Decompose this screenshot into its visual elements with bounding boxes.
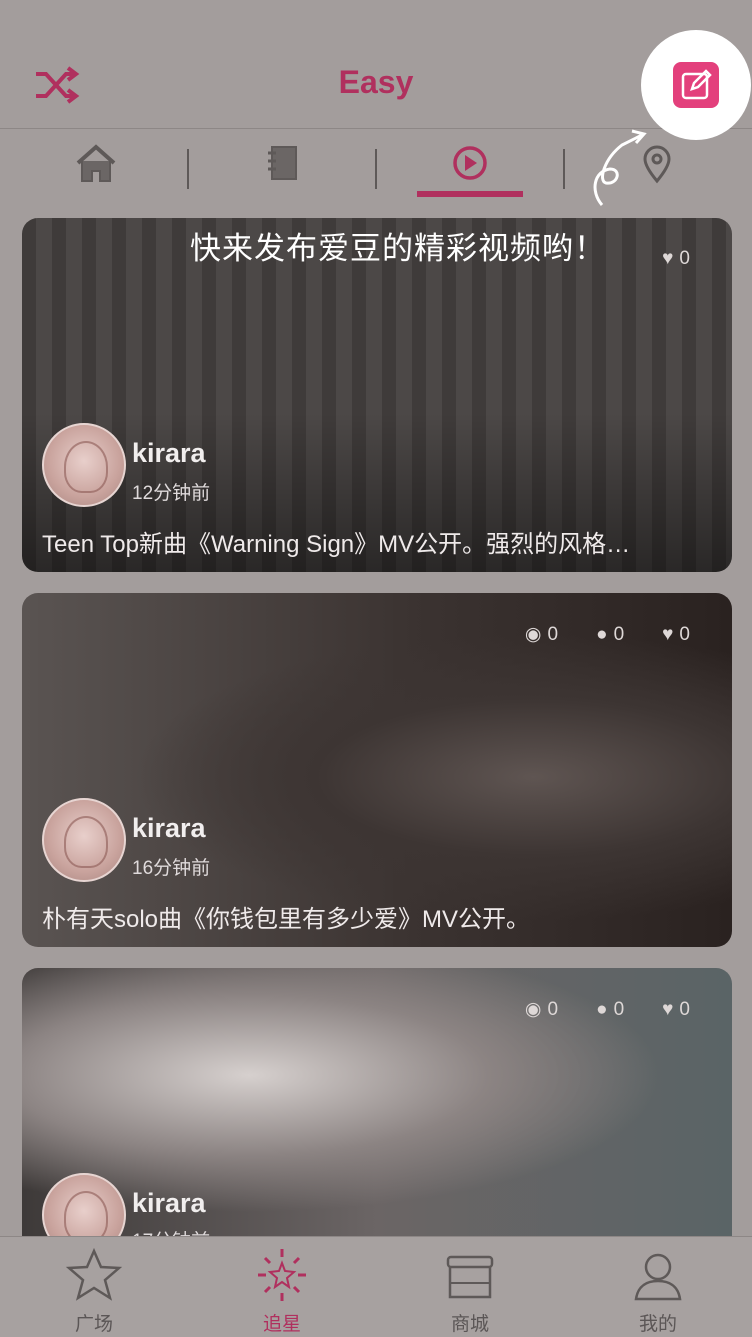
views-stat: ◉ 0 — [525, 623, 558, 646]
post-time: 12分钟前 — [132, 483, 211, 504]
tab-divider — [187, 149, 189, 189]
card-stats: ◉ 0 ● 0 ♥ 0 — [525, 623, 690, 646]
shop-icon — [446, 1255, 494, 1299]
notebook-icon — [268, 146, 297, 180]
active-tab-indicator — [417, 191, 523, 197]
eye-icon: ◉ — [524, 624, 542, 645]
heart-icon: ♥ — [662, 248, 674, 269]
likes-count: 0 — [679, 998, 690, 1020]
nav-follow-stars[interactable]: 追星 — [188, 1237, 376, 1337]
post-time: 17分钟前 — [132, 1226, 210, 1236]
nav-label: 我的 — [638, 1314, 677, 1335]
star-icon — [65, 1247, 123, 1301]
person-icon — [634, 1253, 682, 1301]
comment-icon: ● — [596, 623, 608, 645]
views-count: 0 — [547, 998, 559, 1020]
views-count: 0 — [547, 623, 559, 645]
video-card[interactable]: ◉ 0 ● 0 ♥ 0 kirara 17分钟前 — [22, 968, 732, 1236]
home-icon — [76, 144, 116, 182]
tab-divider — [563, 149, 565, 189]
views-stat: ◉ 0 — [525, 998, 558, 1021]
compose-button[interactable] — [673, 62, 719, 108]
tab-notebook[interactable] — [254, 139, 314, 189]
likes-stat: ♥ 0 — [662, 998, 690, 1021]
compose-icon — [681, 69, 712, 100]
username[interactable]: kirara — [132, 813, 206, 844]
avatar[interactable] — [42, 798, 126, 882]
likes-count: 0 — [679, 248, 690, 269]
comments-count: 0 — [613, 998, 625, 1020]
eye-icon: ◉ — [524, 999, 542, 1020]
nav-profile[interactable]: 我的 — [564, 1237, 752, 1337]
video-card[interactable]: ◉ 0 ● 0 ♥ 0 kirara 16分钟前 朴有天solo曲《你钱包里有多… — [22, 593, 732, 947]
likes-stat: ♥ 0 — [662, 623, 690, 646]
card-stats: ♥ 0 — [662, 248, 690, 270]
comments-stat: ● 0 — [596, 623, 624, 646]
play-icon — [453, 146, 487, 180]
tab-divider — [375, 149, 377, 189]
card-stats: ◉ 0 ● 0 ♥ 0 — [525, 998, 690, 1021]
comments-stat: ● 0 — [596, 998, 624, 1021]
header: Easy — [0, 0, 752, 129]
app-title: Easy — [338, 64, 414, 100]
heart-icon: ♥ — [662, 623, 674, 645]
nav-label: 广场 — [74, 1314, 113, 1335]
likes-stat: ♥ 0 — [662, 248, 690, 270]
hint-arrow-icon — [593, 129, 647, 206]
tab-home[interactable] — [66, 139, 126, 189]
avatar[interactable] — [42, 423, 126, 507]
username[interactable]: kirara — [132, 438, 206, 469]
heart-icon: ♥ — [662, 998, 674, 1020]
nav-label: 商城 — [450, 1314, 489, 1335]
compose-tip: 快来发布爱豆的精彩视频哟！ — [190, 231, 606, 267]
nav-plaza[interactable]: 广场 — [0, 1237, 188, 1337]
tab-video[interactable] — [440, 139, 500, 189]
comment-icon: ● — [596, 998, 608, 1020]
nav-label: 追星 — [262, 1314, 301, 1335]
avatar[interactable] — [42, 1173, 126, 1236]
username[interactable]: kirara — [132, 1188, 206, 1219]
likes-count: 0 — [679, 623, 690, 645]
video-description: Teen Top新曲《Warning Sign》MV公开。强烈的风格… — [42, 531, 631, 558]
video-description: 朴有天solo曲《你钱包里有多少爱》MV公开。 — [42, 906, 531, 933]
bottom-nav: 广场 追星 商城 我的 — [0, 1236, 752, 1337]
comments-count: 0 — [613, 623, 625, 645]
nav-shop[interactable]: 商城 — [376, 1237, 564, 1337]
post-time: 16分钟前 — [132, 858, 211, 879]
video-card[interactable]: ♥ 0 kirara 12分钟前 Teen Top新曲《Warning Sign… — [22, 218, 732, 572]
sparkle-star-icon — [258, 1249, 306, 1301]
